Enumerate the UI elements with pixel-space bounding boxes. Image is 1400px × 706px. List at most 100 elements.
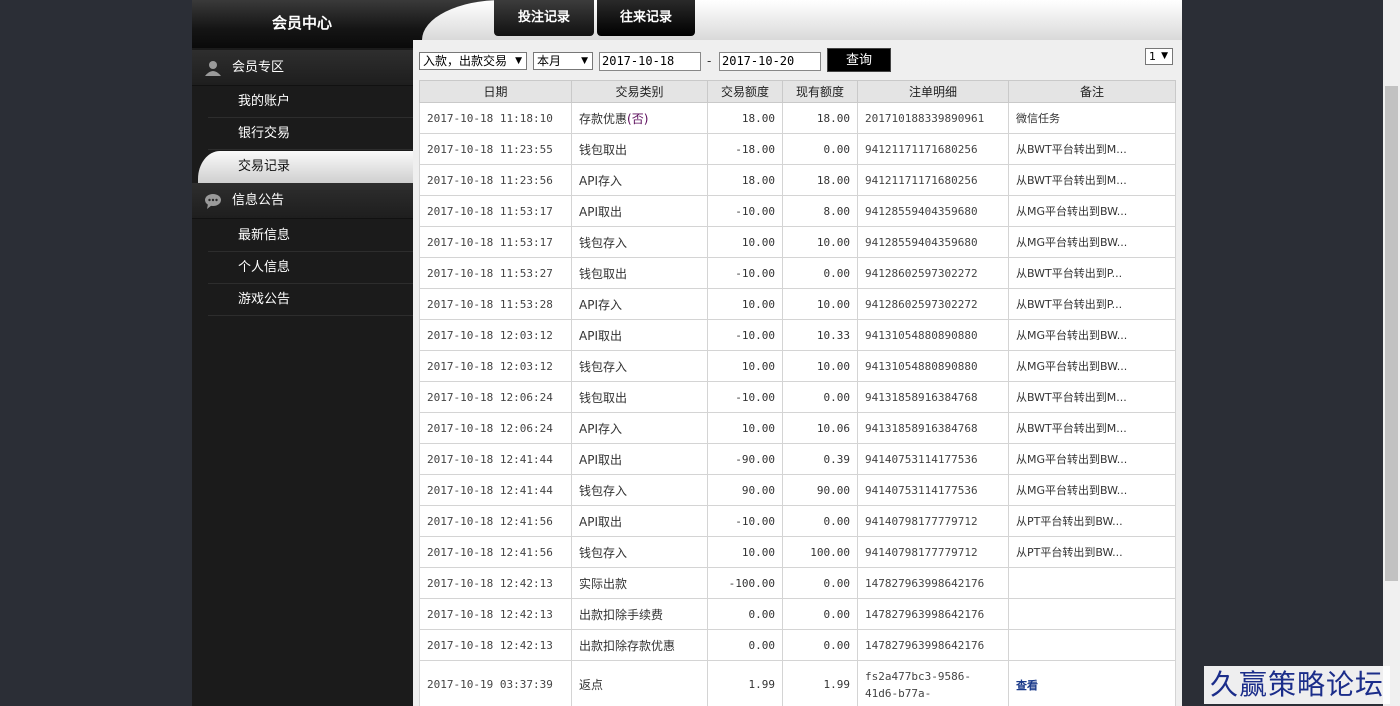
type-label: 出款扣除存款优惠 <box>579 638 676 653</box>
cell-amount: 90.00 <box>707 474 783 506</box>
cell-type: 出款扣除存款优惠 <box>571 629 708 661</box>
cell-amount: 1.99 <box>707 660 783 706</box>
date-to-input[interactable]: 2017-10-20 <box>719 52 821 71</box>
cell-note: 从MG平台转出到BW... <box>1008 443 1176 475</box>
cell-balance: 0.00 <box>782 133 858 165</box>
type-label: 钱包取出 <box>579 142 628 157</box>
cell-balance: 10.06 <box>782 412 858 444</box>
cell-detail: 94140753114177536 <box>857 443 1009 475</box>
cell-balance: 10.00 <box>782 288 858 320</box>
table-row: 2017-10-18 12:03:12 钱包存入 10.00 10.00 9413105… <box>419 350 1176 382</box>
cell-balance: 18.00 <box>782 102 858 134</box>
cell-type: 返点 <box>571 660 708 706</box>
sidebar-item-my-account[interactable]: 我的账户 <box>208 86 413 118</box>
table-row: 2017-10-18 12:41:56 API取出 -10.00 0.00 941407… <box>419 505 1176 537</box>
cell-date: 2017-10-18 11:18:10 <box>419 102 572 134</box>
sidebar-item-bank-transactions[interactable]: 银行交易 <box>208 118 413 150</box>
scrollbar-thumb[interactable] <box>1385 86 1398 581</box>
type-label: 钱包存入 <box>579 483 628 498</box>
cell-date: 2017-10-18 11:53:17 <box>419 226 572 258</box>
tab-transaction-history[interactable]: 往来记录 <box>597 0 695 36</box>
cell-amount: 0.00 <box>707 598 783 630</box>
cell-note: 从BWT平台转出到M... <box>1008 381 1176 413</box>
cell-amount: -10.00 <box>707 381 783 413</box>
sidebar-item-transaction-records[interactable]: 交易记录 <box>198 151 413 183</box>
sidebar-section-label: 信息公告 <box>232 193 285 208</box>
cell-amount: 0.00 <box>707 629 783 661</box>
cell-note: 从MG平台转出到BW... <box>1008 319 1176 351</box>
type-label: API取出 <box>579 204 622 219</box>
cell-type: 钱包取出 <box>571 257 708 289</box>
page-select[interactable]: 1 ▼ <box>1145 48 1173 65</box>
cell-note: 从PT平台转出到BW... <box>1008 536 1176 568</box>
cell-date: 2017-10-18 12:41:44 <box>419 443 572 475</box>
cell-balance: 90.00 <box>782 474 858 506</box>
type-label: 钱包存入 <box>579 545 628 560</box>
cell-detail: fs2a477bc3-9586-41d6-b77a- <box>857 660 1009 706</box>
table-body: 2017-10-18 11:18:10 存款优惠(否) 18.00 18.00 2017… <box>419 102 1176 706</box>
cell-note: 从MG平台转出到BW... <box>1008 350 1176 382</box>
type-label: 钱包存入 <box>579 235 628 250</box>
cell-note: 从BWT平台转出到M... <box>1008 164 1176 196</box>
sidebar: 会员专区 我的账户 银行交易 交易记录 信息公告 最新信息 个人信息 游戏公告 <box>192 48 413 706</box>
cell-amount: 18.00 <box>707 102 783 134</box>
cell-date: 2017-10-18 12:41:56 <box>419 505 572 537</box>
period-select[interactable]: 本月 ▼ <box>533 52 593 70</box>
type-label: 返点 <box>579 678 604 692</box>
column-header-date: 日期 <box>419 80 572 103</box>
cell-type: 钱包存入 <box>571 350 708 382</box>
table-row: 2017-10-19 03:37:39 返点 1.99 1.99 fs2a477bc3-… <box>419 660 1176 706</box>
sidebar-item-personal-info[interactable]: 个人信息 <box>208 252 413 284</box>
cell-amount: 10.00 <box>707 288 783 320</box>
user-icon <box>204 60 222 76</box>
watermark-text: 久赢策略论坛 <box>1204 666 1391 704</box>
cell-date: 2017-10-19 03:37:39 <box>419 660 572 706</box>
cell-detail: 94131858916384768 <box>857 381 1009 413</box>
table-row: 2017-10-18 11:53:17 钱包存入 10.00 10.00 9412855… <box>419 226 1176 258</box>
type-label: API取出 <box>579 452 622 467</box>
transaction-type-select[interactable]: 入款，出款交易 ▼ <box>419 52 527 70</box>
sidebar-section-announcements[interactable]: 信息公告 <box>192 183 413 219</box>
sidebar-item-game-announcements[interactable]: 游戏公告 <box>208 284 413 316</box>
table-row: 2017-10-18 12:42:13 出款扣除存款优惠 0.00 0.00 14782… <box>419 629 1176 661</box>
cell-amount: -100.00 <box>707 567 783 599</box>
sidebar-section-member[interactable]: 会员专区 <box>192 50 413 86</box>
cell-type: API存入 <box>571 164 708 196</box>
table-row: 2017-10-18 11:53:28 API存入 10.00 10.00 941286… <box>419 288 1176 320</box>
cell-detail: 94128602597302272 <box>857 288 1009 320</box>
date-separator: - <box>707 54 712 68</box>
tab-bet-records[interactable]: 投注记录 <box>494 0 594 36</box>
cell-date: 2017-10-18 11:23:55 <box>419 133 572 165</box>
cell-note: 从BWT平台转出到P... <box>1008 257 1176 289</box>
cell-note: 从BWT平台转出到M... <box>1008 412 1176 444</box>
cell-note <box>1008 598 1176 630</box>
cell-detail: 94131054880890880 <box>857 350 1009 382</box>
cell-amount: 10.00 <box>707 226 783 258</box>
table-row: 2017-10-18 12:41:44 API取出 -90.00 0.39 941407… <box>419 443 1176 475</box>
cell-balance: 18.00 <box>782 164 858 196</box>
cell-type: 钱包存入 <box>571 226 708 258</box>
cell-balance: 0.00 <box>782 598 858 630</box>
table-row: 2017-10-18 12:41:56 钱包存入 10.00 100.00 941407… <box>419 536 1176 568</box>
main-content: 入款，出款交易 ▼ 本月 ▼ 2017-10-18 - 2017-10-20 查… <box>413 40 1182 706</box>
cell-note <box>1008 567 1176 599</box>
cell-detail: 201710188339890961 <box>857 102 1009 134</box>
cell-type: 钱包取出 <box>571 133 708 165</box>
chevron-down-icon: ▼ <box>581 56 588 66</box>
sidebar-item-latest-info[interactable]: 最新信息 <box>208 220 413 252</box>
date-from-input[interactable]: 2017-10-18 <box>599 52 701 71</box>
cell-type: API存入 <box>571 288 708 320</box>
cell-balance: 0.00 <box>782 505 858 537</box>
table-row: 2017-10-18 12:06:24 API存入 10.00 10.06 941318… <box>419 412 1176 444</box>
cell-note: 从MG平台转出到BW... <box>1008 195 1176 227</box>
cell-type: API取出 <box>571 195 708 227</box>
view-link[interactable]: 查看 <box>1016 679 1038 692</box>
query-button[interactable]: 查询 <box>827 48 891 72</box>
cell-date: 2017-10-18 12:06:24 <box>419 412 572 444</box>
cell-type: 钱包存入 <box>571 536 708 568</box>
cell-type: API取出 <box>571 319 708 351</box>
cell-detail: 147827963998642176 <box>857 567 1009 599</box>
type-label: 存款优惠 <box>579 111 628 126</box>
cell-amount: -18.00 <box>707 133 783 165</box>
cell-balance: 1.99 <box>782 660 858 706</box>
